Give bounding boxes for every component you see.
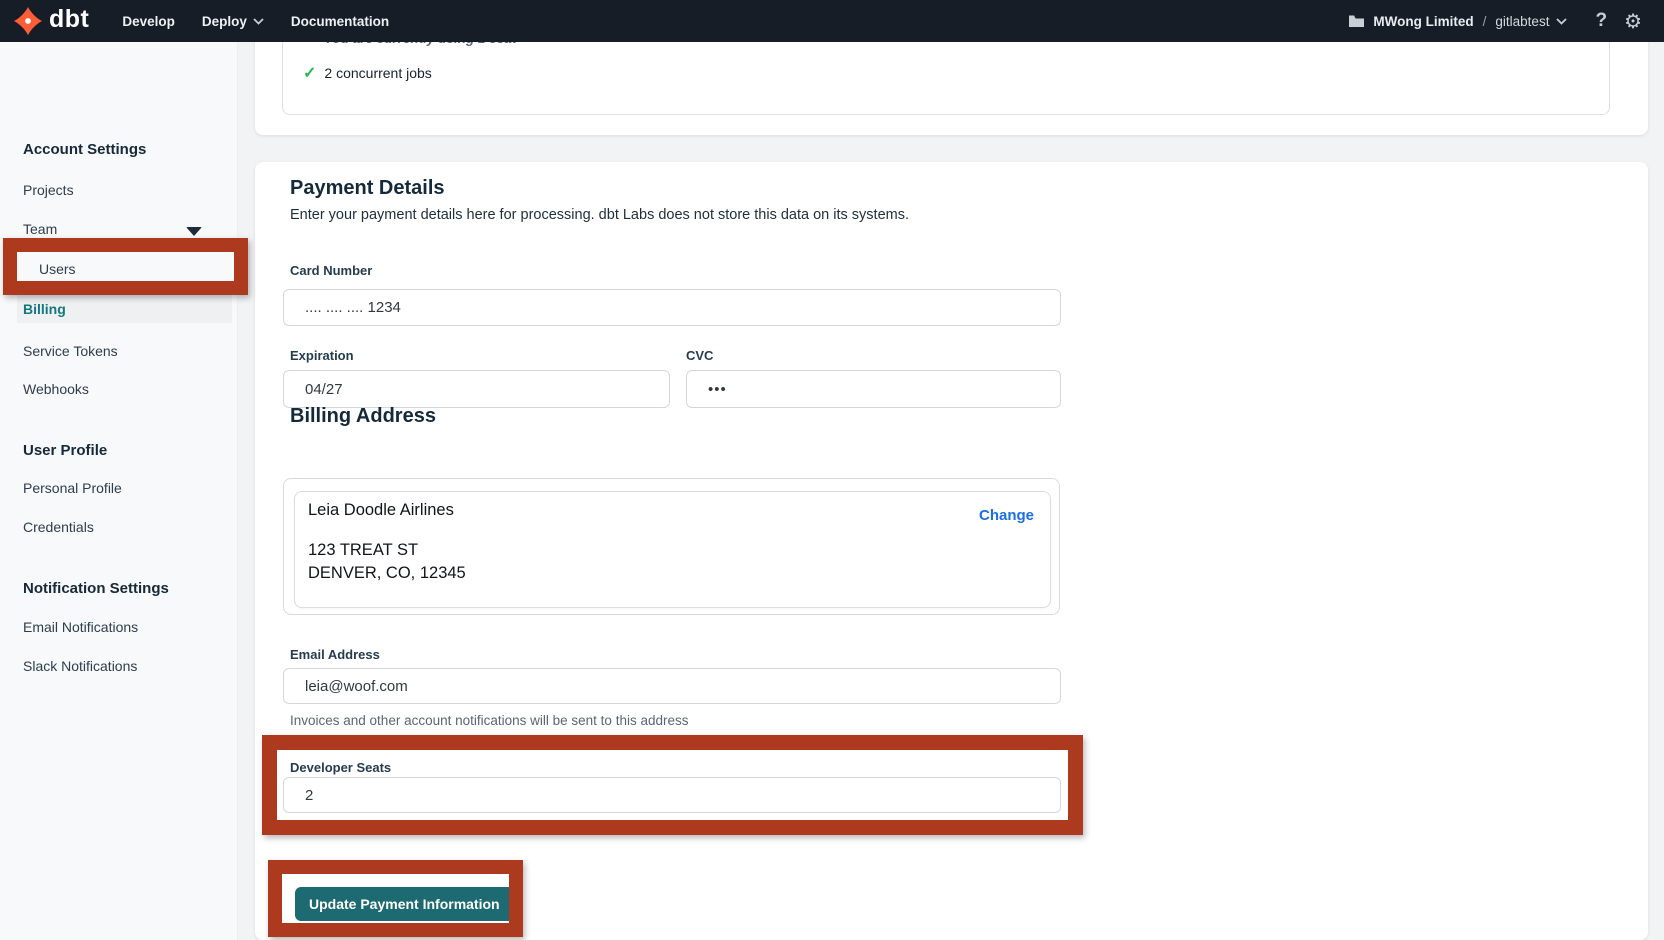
billing-address-summary: Leia Doodle Airlines Change 123 TREAT ST… [294,491,1051,608]
card-number-input[interactable] [283,289,1061,326]
dbt-logo[interactable]: dbt [13,6,89,36]
sidebar-item-billing-label: Billing [17,301,66,317]
update-payment-information-button[interactable]: Update Payment Information [295,887,514,921]
nav-develop-label: Develop [122,14,175,29]
plan-feature-row: ✓ 2 concurrent jobs [303,63,432,83]
cvc-label: CVC [686,348,713,363]
main-nav: Develop Deploy Documentation [122,14,389,29]
billing-address-name: Leia Doodle Airlines [308,501,454,520]
dbt-logo-icon [13,6,43,36]
billing-address-street: 123 TREAT ST [308,541,418,560]
nav-documentation-label: Documentation [291,14,389,29]
email-helper-text: Invoices and other account notifications… [290,713,688,728]
developer-seats-input[interactable] [283,777,1061,813]
project-name: gitlabtest [1495,14,1549,29]
payment-details-card: Payment Details Enter your payment detai… [255,162,1648,940]
nav-develop[interactable]: Develop [122,14,175,29]
folder-icon [1348,14,1365,28]
sidebar-heading-notification-settings: Notification Settings [23,580,169,597]
chevron-down-icon [1556,18,1567,25]
payment-details-title: Payment Details [290,177,445,200]
chevron-down-icon [253,18,264,25]
billing-address-title: Billing Address [290,405,436,428]
sidebar-item-slack-notifications[interactable]: Slack Notifications [23,658,137,674]
cvc-input[interactable] [686,370,1061,408]
sidebar-item-webhooks[interactable]: Webhooks [23,381,89,397]
gear-icon[interactable]: ⚙ [1624,11,1642,31]
sidebar-item-team[interactable]: Team [23,221,57,237]
nav-deploy[interactable]: Deploy [202,14,264,29]
brand-text: dbt [49,7,89,35]
developer-seats-label: Developer Seats [290,760,391,775]
card-number-label: Card Number [290,263,372,278]
project-switcher[interactable]: gitlabtest [1495,14,1567,29]
page-root: dbt Develop Deploy Documentation MWong L… [0,0,1664,940]
sidebar-item-email-notifications[interactable]: Email Notifications [23,619,138,635]
expiration-input[interactable] [283,370,670,408]
nav-documentation[interactable]: Documentation [291,14,389,29]
sidebar-item-projects[interactable]: Projects [23,182,74,198]
team-expand-caret-icon[interactable] [186,227,202,236]
sidebar-heading-user-profile: User Profile [23,442,107,459]
sidebar-item-personal-profile[interactable]: Personal Profile [23,480,122,496]
billing-address-city: DENVER, CO, 12345 [308,564,466,583]
sidebar-item-credentials[interactable]: Credentials [23,519,94,535]
expiration-label: Expiration [290,348,354,363]
plan-feature-label: 2 concurrent jobs [324,65,431,81]
nav-deploy-label: Deploy [202,14,247,29]
change-address-link[interactable]: Change [979,507,1034,524]
email-address-input[interactable] [283,668,1061,704]
settings-sidebar: Account Settings Projects Team Users Bil… [0,42,238,940]
top-navbar: dbt Develop Deploy Documentation MWong L… [0,0,1664,42]
email-address-label: Email Address [290,647,380,662]
sidebar-heading-account-settings: Account Settings [23,141,146,158]
account-name[interactable]: MWong Limited [1373,14,1473,29]
payment-details-description: Enter your payment details here for proc… [290,207,909,223]
sidebar-item-service-tokens[interactable]: Service Tokens [23,343,118,359]
check-icon: ✓ [303,63,316,83]
sidebar-item-billing[interactable]: Billing [17,294,232,323]
path-separator: / [1483,14,1487,29]
sidebar-item-users[interactable]: Users [39,261,76,277]
navbar-right: MWong Limited / gitlabtest ? ⚙ [1348,10,1642,32]
billing-address-box: Leia Doodle Airlines Change 123 TREAT ST… [283,478,1060,615]
help-icon[interactable]: ? [1595,10,1607,32]
